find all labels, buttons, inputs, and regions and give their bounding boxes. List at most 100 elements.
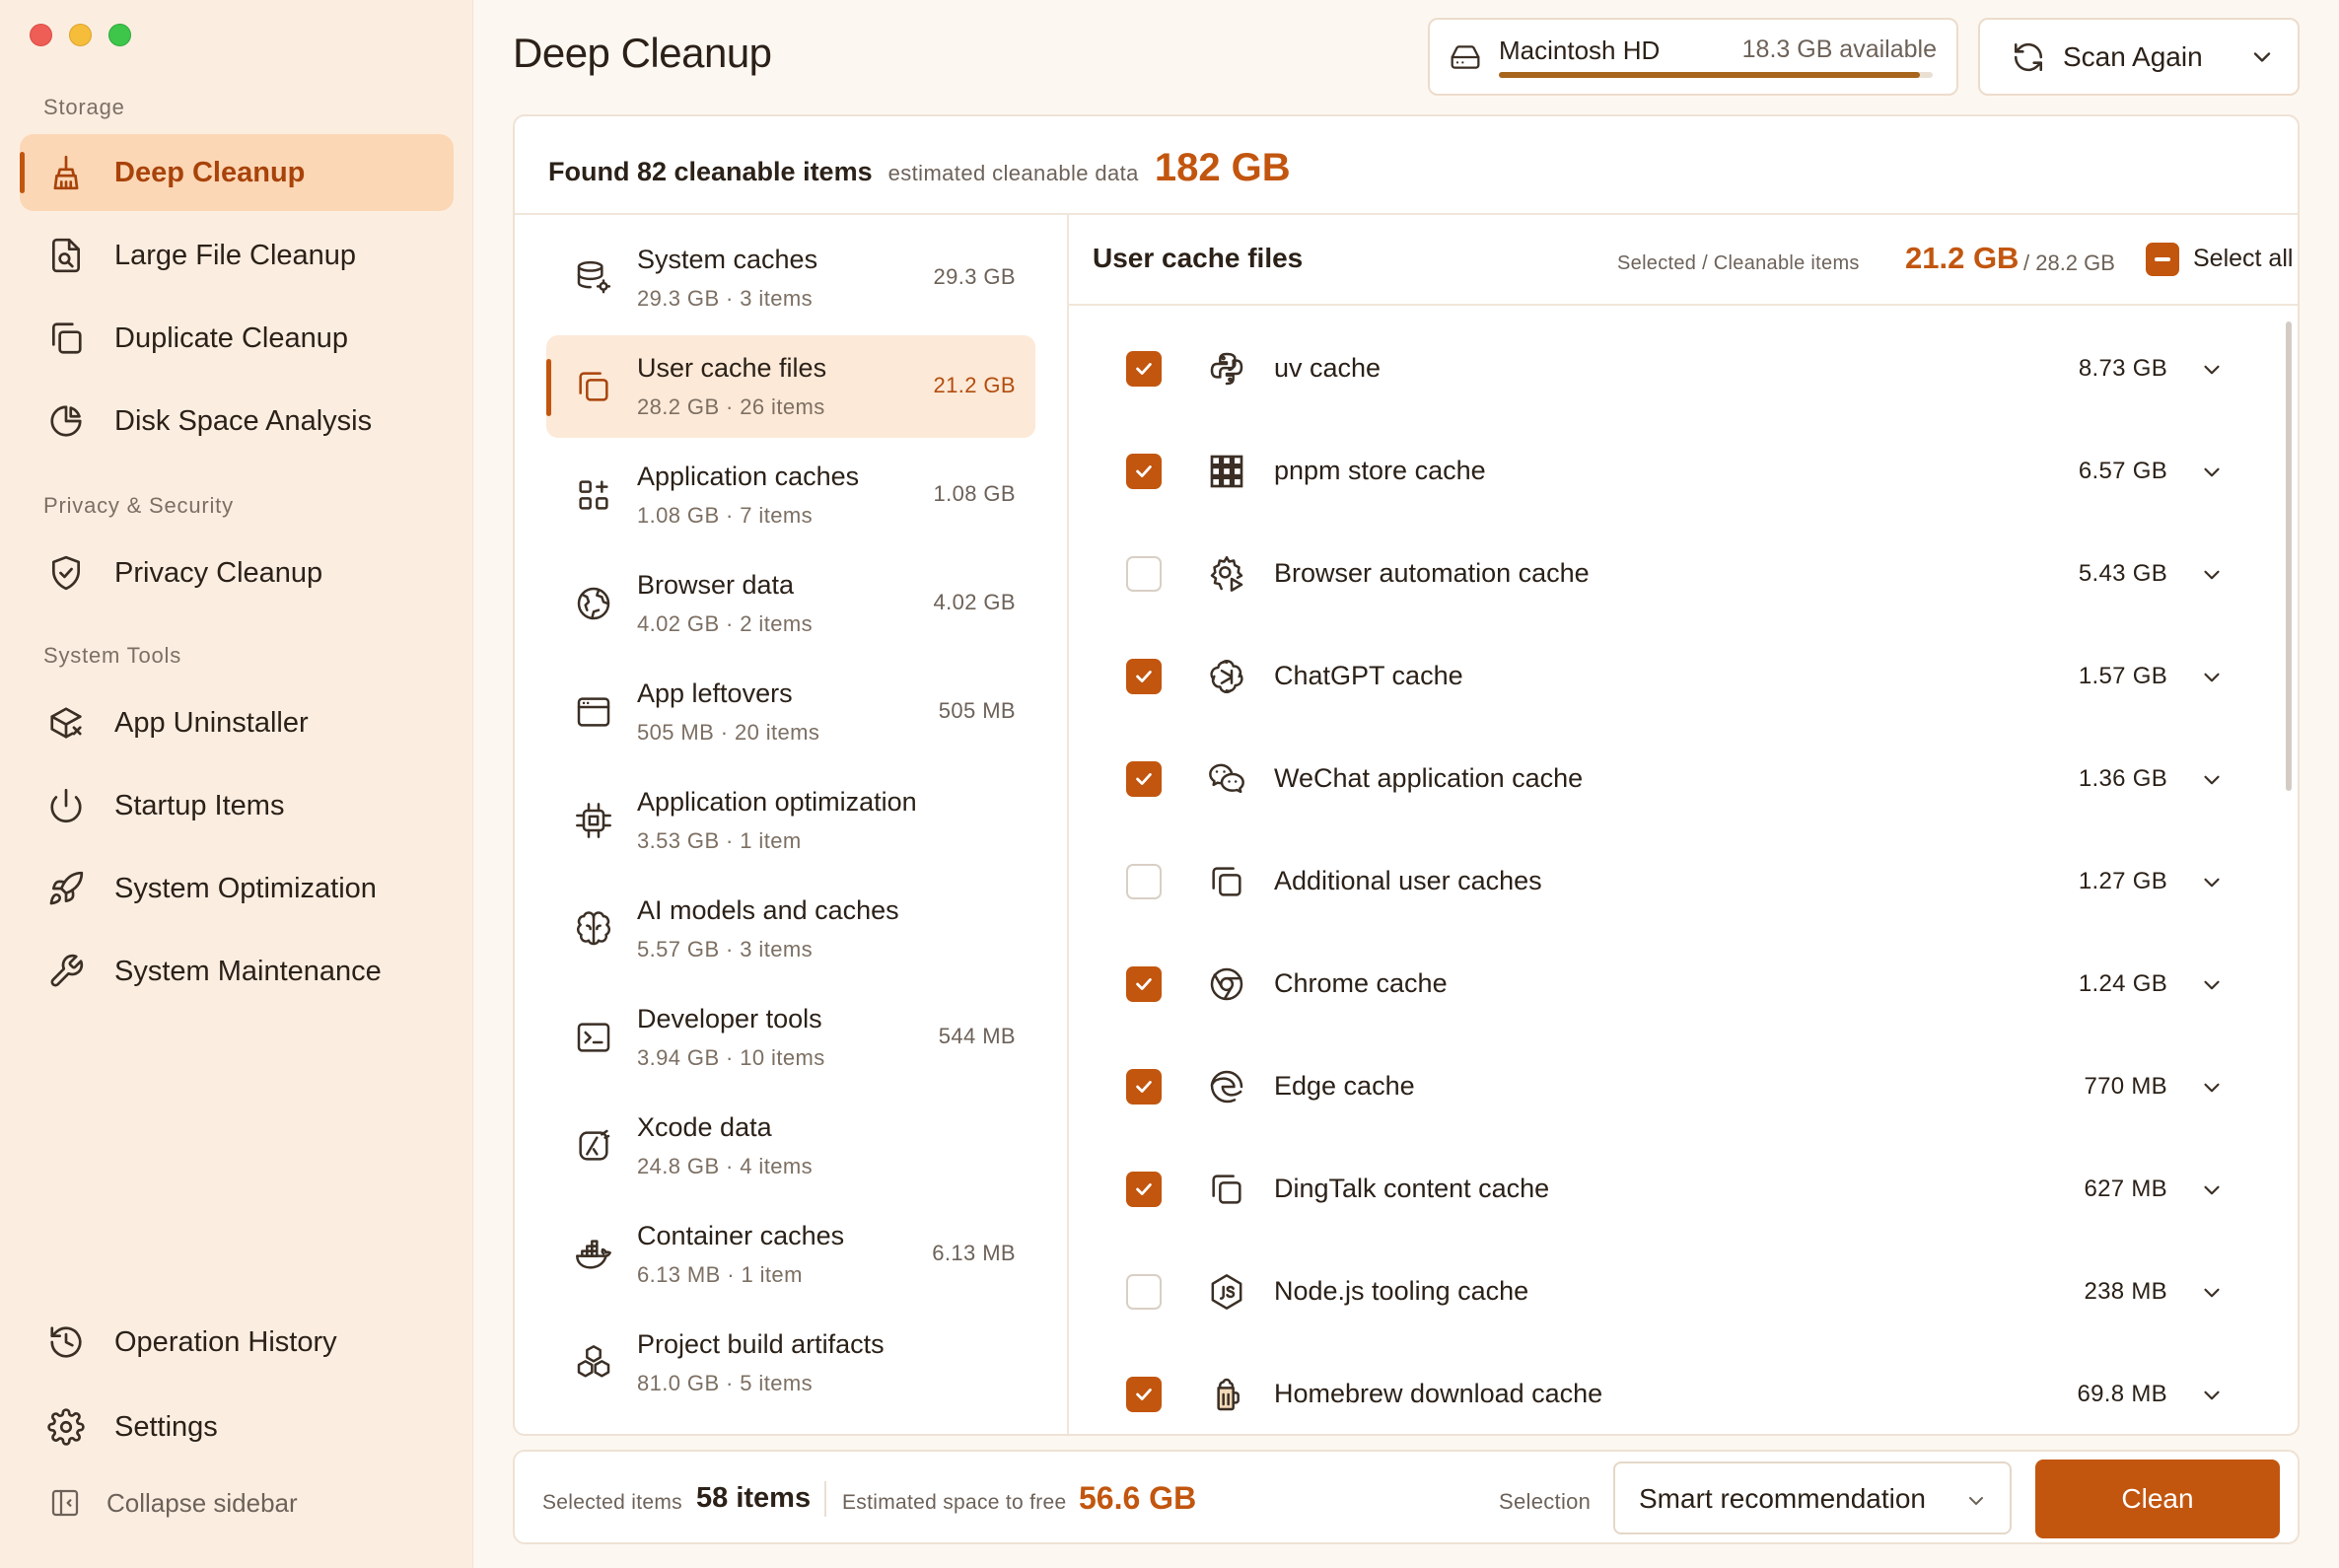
sidebar-item-system-maintenance[interactable]: System Maintenance	[20, 933, 454, 1010]
item-list-scrollbar[interactable]	[2286, 321, 2292, 791]
sidebar: Storage Deep Cleanup Large File Cleanup …	[0, 0, 473, 1568]
database-gear-icon	[574, 258, 613, 298]
item-checkbox[interactable]	[1126, 1377, 1162, 1412]
category-name: System caches	[637, 245, 818, 274]
category-name: Application caches	[637, 462, 860, 491]
list-item-dingtalk-cache: DingTalk content cache 627 MB	[1069, 1138, 2272, 1241]
sidebar-item-label: Privacy Cleanup	[114, 556, 323, 589]
sidebar-item-system-optimization[interactable]: System Optimization	[20, 850, 454, 927]
wrench-icon	[45, 951, 87, 992]
category-browser-data[interactable]: Browser data 4.02 GB · 2 items 4.02 GB	[546, 552, 1035, 655]
estimated-value: 182 GB	[1154, 146, 1291, 189]
category-xcode-data[interactable]: Xcode data 24.8 GB · 4 items	[546, 1095, 1035, 1197]
brain-icon	[574, 909, 613, 949]
pie-chart-icon	[45, 400, 87, 442]
sidebar-item-startup-items[interactable]: Startup Items	[20, 767, 454, 844]
category-user-cache-files[interactable]: User cache files 28.2 GB · 26 items 21.2…	[546, 335, 1035, 438]
sidebar-item-large-file-cleanup[interactable]: Large File Cleanup	[20, 217, 454, 294]
category-name: User cache files	[637, 353, 827, 383]
footer-divider	[824, 1481, 826, 1517]
category-ai-models[interactable]: AI models and caches 5.57 GB · 3 items	[546, 878, 1035, 980]
category-application-optimization[interactable]: Application optimization 3.53 GB · 1 ite…	[546, 769, 1035, 872]
terminal-icon	[574, 1018, 613, 1057]
selection-value: Smart recommendation	[1639, 1483, 1927, 1514]
item-checkbox[interactable]	[1126, 1172, 1162, 1207]
minimize-window-button[interactable]	[69, 24, 92, 46]
item-checkbox[interactable]	[1126, 556, 1162, 592]
close-window-button[interactable]	[30, 24, 52, 46]
item-checkbox[interactable]	[1126, 864, 1162, 899]
sidebar-item-label: Duplicate Cleanup	[114, 321, 348, 354]
item-checkbox[interactable]	[1126, 761, 1162, 797]
category-project-build-artifacts[interactable]: Project build artifacts 81.0 GB · 5 item…	[546, 1312, 1035, 1414]
category-name: Container caches	[637, 1221, 845, 1250]
category-size: 505 MB	[938, 698, 1016, 723]
item-name: Homebrew download cache	[1274, 1379, 1603, 1408]
sidebar-item-operation-history[interactable]: Operation History	[20, 1304, 454, 1381]
chevron-down-icon[interactable]	[2199, 767, 2225, 793]
chevron-down-icon[interactable]	[2199, 1177, 2225, 1203]
chevron-down-icon[interactable]	[2199, 1075, 2225, 1101]
disk-usage-bar	[1499, 72, 1933, 78]
sidebar-item-label: System Maintenance	[114, 955, 382, 987]
disk-selector[interactable]: Macintosh HD 18.3 GB available	[1428, 18, 1958, 96]
chevron-down-icon[interactable]	[2199, 460, 2225, 485]
zoom-window-button[interactable]	[108, 24, 131, 46]
list-item-chrome-cache: Chrome cache 1.24 GB	[1069, 933, 2272, 1035]
chevron-down-icon[interactable]	[2248, 43, 2276, 71]
sidebar-item-deep-cleanup[interactable]: Deep Cleanup	[20, 134, 454, 211]
collapse-sidebar-label: Collapse sidebar	[106, 1487, 298, 1518]
summary-bar: Found 82 cleanable items estimated clean…	[515, 116, 2298, 215]
list-item-edge-cache: Edge cache 770 MB	[1069, 1035, 2272, 1138]
item-name: uv cache	[1274, 353, 1382, 383]
item-name: ChatGPT cache	[1274, 661, 1463, 690]
category-app-leftovers[interactable]: App leftovers 505 MB · 20 items 505 MB	[546, 661, 1035, 763]
sidebar-item-duplicate-cleanup[interactable]: Duplicate Cleanup	[20, 300, 454, 377]
category-container-caches[interactable]: Container caches 6.13 MB · 1 item 6.13 M…	[546, 1203, 1035, 1306]
item-size: 1.36 GB	[2078, 765, 2167, 792]
item-checkbox[interactable]	[1126, 659, 1162, 694]
item-size: 6.57 GB	[2078, 458, 2167, 484]
item-checkbox[interactable]	[1126, 966, 1162, 1002]
chevron-down-icon[interactable]	[2199, 1280, 2225, 1306]
category-name: Browser data	[637, 570, 795, 600]
item-checkbox[interactable]	[1126, 454, 1162, 489]
item-name: Additional user caches	[1274, 866, 1542, 895]
copy-icon	[574, 367, 613, 406]
list-item-pnpm-store-cache: pnpm store cache 6.57 GB	[1069, 420, 2272, 523]
item-list: User cache files Selected / Cleanable it…	[1069, 215, 2298, 1434]
item-checkbox[interactable]	[1126, 351, 1162, 387]
collapse-sidebar-button[interactable]: Collapse sidebar	[49, 1487, 298, 1519]
item-name: Node.js tooling cache	[1274, 1276, 1529, 1306]
copy-icon	[1207, 1170, 1246, 1209]
select-all-checkbox[interactable]	[2146, 243, 2179, 276]
category-application-caches[interactable]: Application caches 1.08 GB · 7 items 1.0…	[546, 444, 1035, 546]
chevron-down-icon[interactable]	[2199, 562, 2225, 588]
chevron-down-icon[interactable]	[2199, 972, 2225, 998]
category-system-caches[interactable]: System caches 29.3 GB · 3 items 29.3 GB	[546, 227, 1035, 329]
list-item-wechat-cache: WeChat application cache 1.36 GB	[1069, 728, 2272, 830]
scan-again-button[interactable]: Scan Again	[1978, 18, 2300, 96]
chevron-down-icon[interactable]	[2199, 357, 2225, 383]
selection-dropdown[interactable]: Smart recommendation	[1613, 1461, 2012, 1534]
list-item-homebrew-cache: Homebrew download cache 69.8 MB	[1069, 1343, 2272, 1434]
category-developer-tools[interactable]: Developer tools 3.94 GB · 10 items 544 M…	[546, 986, 1035, 1089]
chevron-down-icon[interactable]	[2199, 870, 2225, 895]
chevron-down-icon[interactable]	[2199, 665, 2225, 690]
item-checkbox[interactable]	[1126, 1069, 1162, 1105]
sidebar-item-label: Large File Cleanup	[114, 239, 357, 271]
nodejs-icon	[1207, 1272, 1246, 1312]
sidebar-item-privacy-cleanup[interactable]: Privacy Cleanup	[20, 535, 454, 611]
page-title: Deep Cleanup	[513, 30, 772, 76]
globe-icon	[574, 584, 613, 623]
category-sub: 81.0 GB · 5 items	[637, 1371, 813, 1395]
sidebar-item-settings[interactable]: Settings	[20, 1389, 454, 1465]
selection-label: Selection	[1499, 1489, 1592, 1514]
chrome-icon	[1207, 964, 1246, 1004]
item-checkbox[interactable]	[1126, 1274, 1162, 1310]
sidebar-item-disk-space-analysis[interactable]: Disk Space Analysis	[20, 383, 454, 460]
sidebar-item-app-uninstaller[interactable]: App Uninstaller	[20, 684, 454, 761]
select-all-label[interactable]: Select all	[2193, 245, 2293, 273]
chevron-down-icon[interactable]	[2199, 1383, 2225, 1408]
clean-button[interactable]: Clean	[2035, 1460, 2280, 1538]
